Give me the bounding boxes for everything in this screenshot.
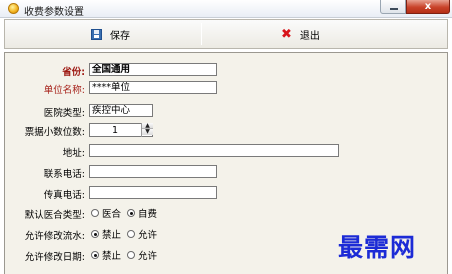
exit-button[interactable]: ✖ 退出 (281, 20, 320, 48)
window-title: 收费参数设置 (24, 7, 84, 18)
allow-modify-date-group: 禁止 允许 (91, 248, 163, 262)
radio-date-allow-label: 允许 (138, 251, 158, 262)
toolbar-separator (201, 23, 202, 45)
decimal-places-value: 1 (112, 125, 119, 136)
close-icon: ✖ (281, 26, 292, 42)
address-field[interactable] (89, 144, 339, 157)
decimal-places-spinner[interactable]: 1 ▲ ▼ (89, 123, 153, 137)
allow-modify-date-label: 允许修改日期: (24, 252, 85, 263)
minimize-button[interactable] (380, 0, 406, 14)
phone-field[interactable] (89, 165, 217, 178)
save-label: 保存 (110, 30, 130, 42)
default-insurance-type-group: 医合 自费 (91, 206, 163, 220)
radio-insurance-self-pay-label: 自费 (138, 209, 158, 220)
app-icon (8, 3, 19, 14)
spinner-buttons: ▲ ▼ (141, 123, 153, 137)
watermark-logo: 最需网 (338, 233, 417, 262)
radio-date-forbid-label: 禁止 (102, 251, 122, 262)
allow-modify-serial-group: 禁止 允许 (91, 227, 163, 241)
province-field[interactable]: 全国通用 (89, 63, 217, 76)
radio-serial-forbid[interactable] (91, 230, 99, 238)
title-bar: 收费参数设置 x (0, 0, 452, 18)
radio-insurance-yihe[interactable] (91, 209, 99, 217)
address-label: 地址: (62, 148, 85, 159)
radio-serial-allow[interactable] (127, 230, 136, 238)
hospital-type-label: 医院类型: (43, 108, 85, 119)
fax-label: 传真电话: (43, 190, 85, 201)
allow-modify-serial-label: 允许修改流水: (24, 231, 85, 242)
radio-serial-forbid-label: 禁止 (102, 230, 122, 241)
default-insurance-type-label: 默认医合类型: (24, 210, 85, 221)
radio-insurance-yihe-label: 医合 (102, 209, 122, 220)
decimal-places-label: 票据小数位数: (24, 127, 85, 138)
unit-name-label: 单位名称: (43, 85, 85, 96)
radio-date-allow[interactable] (127, 251, 136, 259)
spin-down-icon[interactable]: ▼ (142, 129, 153, 135)
hospital-type-field[interactable]: 疾控中心 (89, 104, 153, 117)
phone-label: 联系电话: (43, 169, 85, 180)
radio-serial-allow-label: 允许 (138, 230, 158, 241)
save-icon (91, 28, 102, 40)
save-button[interactable]: 保存 (91, 20, 130, 48)
province-label: 省份: (62, 67, 85, 78)
radio-insurance-self-pay[interactable] (127, 209, 136, 217)
exit-label: 退出 (299, 30, 320, 42)
close-window-button[interactable]: x (406, 0, 450, 14)
fax-field[interactable] (89, 186, 217, 199)
toolbar: 保存 ✖ 退出 (4, 19, 448, 49)
unit-name-field[interactable]: ****单位 (89, 81, 217, 94)
radio-date-forbid[interactable] (91, 251, 99, 259)
